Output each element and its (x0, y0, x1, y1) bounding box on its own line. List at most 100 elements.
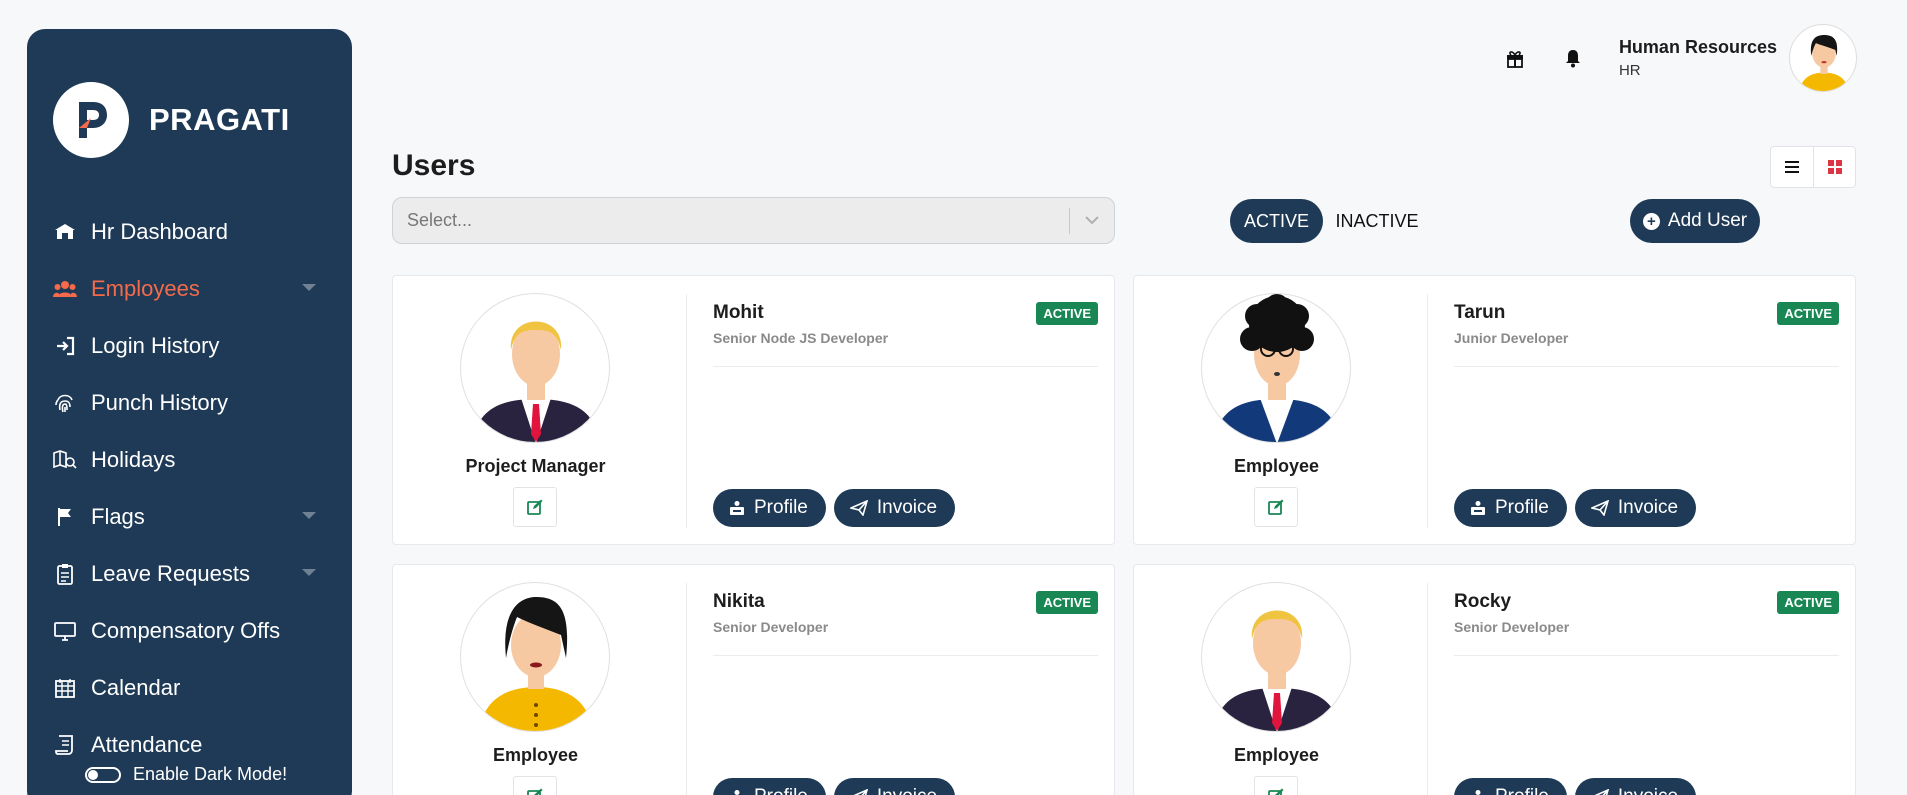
sidebar-item-label: Flags (91, 503, 145, 529)
add-user-button[interactable]: + Add User (1630, 199, 1760, 243)
user-card: Employee Tarun Junior Developer ACTIVE P… (1133, 275, 1856, 545)
user-name: Human Resources (1618, 37, 1777, 57)
paper-plane-icon (1590, 500, 1609, 516)
status-badge: ACTIVE (1777, 591, 1839, 614)
user-card: Employee Rocky Senior Developer ACTIVE P… (1133, 564, 1856, 795)
user-role: HR (1618, 62, 1641, 79)
paper-plane-icon (1591, 789, 1609, 795)
sidebar-item-label: Leave Requests (91, 560, 250, 586)
brand[interactable]: PRAGATI (53, 82, 290, 158)
user-name: Tarun (1454, 302, 1506, 323)
profile-label: Profile (1495, 786, 1549, 795)
gift-icon[interactable] (1503, 46, 1527, 70)
bell-icon[interactable] (1561, 46, 1585, 70)
profile-button[interactable]: Profile (713, 489, 826, 527)
sidebar-item-label: Holidays (91, 446, 176, 472)
chevron-down-icon (302, 284, 316, 291)
user-name: Nikita (713, 591, 765, 612)
grid-view-button[interactable] (1813, 147, 1855, 187)
user-role-label: Project Manager (465, 456, 606, 476)
dark-mode-label: Enable Dark Mode! (133, 764, 288, 784)
divider (1427, 294, 1428, 528)
divider (686, 294, 687, 528)
sidebar-item-label: Punch History (91, 389, 228, 415)
filter-inactive-button[interactable]: INACTIVE (1330, 199, 1424, 243)
divider (686, 583, 687, 795)
sidebar-item-flags[interactable]: Flags (27, 488, 352, 545)
grid-icon (1827, 160, 1842, 174)
map-search-icon (53, 448, 77, 472)
sidebar-item-leave-requests[interactable]: Leave Requests (27, 545, 352, 602)
divider (713, 655, 1098, 656)
invoice-label: Invoice (877, 786, 937, 795)
invoice-button[interactable]: Invoice (833, 778, 956, 795)
home-icon (53, 220, 77, 244)
sidebar-item-compensatory-offs[interactable]: Compensatory Offs (27, 602, 352, 659)
divider (1454, 366, 1839, 367)
sidebar-item-calendar[interactable]: Calendar (27, 659, 352, 716)
divider (1454, 655, 1839, 656)
sidebar-item-login-history[interactable]: Login History (27, 317, 352, 374)
top-bar: Human Resources HR (1503, 24, 1857, 92)
edit-icon[interactable] (513, 776, 557, 795)
sidebar-item-holidays[interactable]: Holidays (27, 431, 352, 488)
avatar (460, 293, 610, 443)
user-name: Rocky (1454, 591, 1512, 612)
toggle-switch[interactable] (85, 766, 121, 783)
avatar[interactable] (1789, 24, 1857, 92)
edit-icon[interactable] (1254, 487, 1298, 527)
sidebar-item-employees[interactable]: Employees (27, 260, 352, 317)
invoice-label: Invoice (876, 497, 938, 518)
users-icon (53, 277, 77, 301)
chevron-down-icon (302, 569, 316, 576)
sidebar: PRAGATI Hr Dashboard Employees Login His… (27, 29, 352, 795)
login-icon (53, 334, 77, 358)
avatar (1201, 293, 1351, 443)
chevron-down-icon[interactable] (1070, 216, 1114, 225)
avatar (1201, 582, 1351, 732)
user-role-label: Employee (492, 745, 579, 765)
user-designation: Senior Node JS Developer (713, 330, 889, 346)
sidebar-item-label: Attendance (91, 731, 203, 757)
sidebar-nav: Hr Dashboard Employees Login History Pun… (27, 203, 352, 773)
profile-button[interactable]: Profile (1454, 489, 1567, 527)
profile-icon (729, 789, 745, 795)
invoice-button[interactable]: Invoice (1574, 778, 1697, 795)
page-title: Users (392, 149, 476, 182)
status-badge: ACTIVE (1036, 591, 1098, 614)
plus-circle-icon: + (1642, 212, 1660, 230)
paper-plane-icon (850, 789, 868, 795)
sidebar-item-label: Compensatory Offs (91, 617, 281, 643)
user-designation: Senior Developer (713, 619, 829, 635)
profile-button[interactable]: Profile (713, 778, 826, 795)
dark-mode-toggle[interactable]: Enable Dark Mode! (85, 764, 287, 785)
divider (713, 366, 1098, 367)
profile-icon (1470, 500, 1486, 516)
edit-icon[interactable] (1254, 776, 1298, 795)
invoice-button[interactable]: Invoice (833, 489, 956, 527)
sidebar-item-punch-history[interactable]: Punch History (27, 374, 352, 431)
user-designation: Junior Developer (1454, 330, 1569, 346)
list-view-button[interactable] (1771, 147, 1813, 187)
filter-active-button[interactable]: ACTIVE (1230, 199, 1323, 243)
receipt-icon (53, 733, 77, 757)
sidebar-item-label: Calendar (91, 674, 181, 700)
profile-icon (729, 500, 745, 516)
sidebar-item-hr-dashboard[interactable]: Hr Dashboard (27, 203, 352, 260)
sidebar-item-label: Employees (91, 275, 200, 301)
user-name: Mohit (713, 302, 764, 323)
avatar (460, 582, 610, 732)
edit-icon[interactable] (513, 487, 557, 527)
select-placeholder: Select... (407, 210, 473, 230)
profile-label: Profile (1495, 497, 1549, 518)
paper-plane-icon (849, 500, 868, 516)
profile-label: Profile (754, 786, 808, 795)
profile-button[interactable]: Profile (1454, 778, 1567, 795)
invoice-button[interactable]: Invoice (1574, 489, 1697, 527)
user-select[interactable]: Select... (392, 197, 1115, 244)
add-user-label: Add User (1667, 210, 1748, 231)
sidebar-item-label: Login History (91, 332, 220, 358)
brand-logo (53, 82, 129, 158)
user-designation: Senior Developer (1454, 619, 1570, 635)
user-info[interactable]: Human Resources HR (1619, 37, 1777, 79)
